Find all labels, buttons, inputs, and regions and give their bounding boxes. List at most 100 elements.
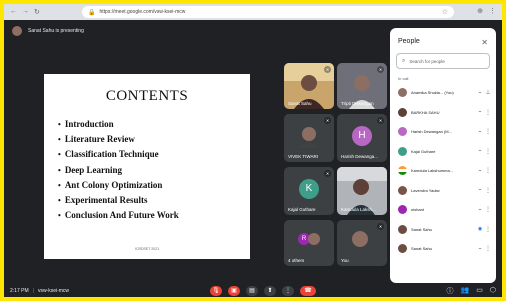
person-name: nishant bbox=[411, 207, 424, 213]
participant-tile[interactable]: ✕ Tripti Dewangan bbox=[337, 63, 387, 109]
person-row[interactable]: Sanat Sahu ⌁ ⋮ bbox=[390, 239, 496, 259]
person-avatar bbox=[398, 185, 407, 195]
mic-off-icon: ⌁ bbox=[478, 128, 482, 135]
person-avatar bbox=[398, 88, 407, 98]
mic-off-icon: ⌁ bbox=[478, 187, 482, 194]
chat-icon[interactable]: ▭ bbox=[476, 286, 483, 296]
more-options-icon[interactable]: ⋮ bbox=[485, 128, 491, 135]
person-row[interactable]: Sanat Sahu ◉ ⋮ bbox=[390, 220, 496, 240]
lock-icon: 🔒 bbox=[88, 9, 96, 16]
participant-initial: H bbox=[352, 125, 372, 146]
person-avatar bbox=[398, 244, 407, 254]
participant-name: Sanat Sahu bbox=[288, 101, 312, 106]
more-options-icon[interactable]: ⋮ bbox=[485, 167, 491, 174]
menu-icon[interactable]: ⋮ bbox=[489, 7, 496, 15]
participant-name: Kamdula Laksh... bbox=[341, 207, 376, 212]
address-bar[interactable]: 🔒 https://meet.google.com/vsw-ksei-mcw ☆ bbox=[82, 6, 454, 18]
participant-tile[interactable]: Kamdula Laksh... bbox=[337, 167, 387, 215]
person-row[interactable]: Lavendra Yadav ⌁ ⋮ bbox=[390, 181, 496, 201]
pin-icon[interactable]: ⊥ bbox=[485, 89, 491, 96]
person-row[interactable]: Harish Dewangan (M... ⌁ ⋮ bbox=[390, 122, 496, 142]
mic-off-icon: ✕ bbox=[377, 66, 384, 73]
more-options-icon[interactable]: ⋮ bbox=[485, 226, 491, 233]
search-placeholder: Search for people bbox=[409, 58, 445, 64]
participant-tile[interactable]: H ✕ Harish Dewanga... bbox=[337, 114, 387, 162]
slide-bullet: • Introduction bbox=[58, 119, 114, 129]
presenter-avatar bbox=[12, 26, 22, 36]
url-text: https://meet.google.com/vsw-ksei-mcw bbox=[99, 9, 186, 15]
captions-button[interactable]: ▤ bbox=[246, 286, 258, 296]
participant-tile[interactable]: ✕ Sanat Sahu bbox=[284, 63, 334, 109]
person-row[interactable]: Kamdula Lakshumma... ⌁ ⋮ bbox=[390, 161, 496, 181]
bookmark-star-icon[interactable]: ☆ bbox=[442, 8, 448, 16]
slide-bullet-list: • Introduction • Literature Review • Classi… bbox=[58, 117, 250, 223]
mic-off-icon: ⌁ bbox=[478, 206, 482, 213]
forward-icon[interactable]: → bbox=[22, 8, 29, 16]
more-options-icon[interactable]: ⋮ bbox=[485, 187, 491, 194]
slide-bullet: • Ant Colony Optimization bbox=[58, 179, 163, 190]
shared-slide: CONTENTS • Introduction • Literature Revie… bbox=[44, 74, 250, 259]
mic-off-icon: ⌁ bbox=[478, 148, 482, 155]
slide-bullet: • Classification Technique bbox=[58, 149, 159, 160]
person-name: Lavendra Yadav bbox=[411, 187, 440, 193]
slide-footer: ICRDSET 2021 bbox=[134, 247, 160, 251]
participant-initial: K bbox=[299, 178, 319, 199]
people-title: People bbox=[398, 38, 420, 45]
mic-off-icon: ✕ bbox=[377, 117, 384, 124]
more-options-button[interactable]: ⋮ bbox=[282, 286, 294, 296]
reload-icon[interactable]: ↻ bbox=[34, 8, 40, 16]
info-icon[interactable]: ⓘ bbox=[447, 286, 454, 296]
more-options-icon[interactable]: ⋮ bbox=[485, 148, 491, 155]
person-avatar bbox=[398, 224, 407, 234]
person-row[interactable]: Anamika Shukla... (You) ⌁ ⊥ bbox=[390, 83, 496, 103]
participant-name: Tripti Dewangan bbox=[341, 101, 374, 106]
browser-toolbar: ← → ↻ 🔒 https://meet.google.com/vsw-ksei… bbox=[4, 4, 502, 20]
extensions-icon[interactable]: ⊕ bbox=[477, 7, 483, 15]
person-avatar bbox=[398, 166, 407, 176]
people-panel: People ✕ ⌕ Search for people In call Ana… bbox=[390, 28, 496, 283]
person-avatar bbox=[398, 146, 407, 156]
mic-off-icon: ✕ bbox=[324, 117, 331, 124]
person-row[interactable]: nishant ⌁ ⋮ bbox=[390, 200, 496, 220]
person-name: Kajal Guthare bbox=[411, 148, 436, 154]
end-call-button[interactable]: ☎ bbox=[300, 286, 316, 296]
meeting-bottom-bar: 2:17 PM | vsw-ksei-mcw 🎙 ▣ ▤ ⬆ ⋮ ☎ ⓘ 👥 ▭… bbox=[4, 285, 502, 297]
present-button[interactable]: ⬆ bbox=[264, 286, 276, 296]
browser-actions: ⊕ ⋮ bbox=[477, 7, 496, 15]
participant-tile[interactable]: K ✕ Kajal Guthare bbox=[284, 167, 334, 215]
slide-bullet: • Literature Review bbox=[58, 134, 135, 145]
people-search[interactable]: ⌕ Search for people bbox=[396, 53, 490, 69]
mic-off-icon: ⌁ bbox=[478, 167, 482, 174]
back-icon[interactable]: ← bbox=[10, 8, 17, 16]
activities-icon[interactable]: ⬡ bbox=[490, 286, 496, 296]
person-row[interactable]: BARKHA SAHU ⌁ ⋮ bbox=[390, 103, 496, 123]
person-name: Kamdula Lakshumma... bbox=[411, 168, 454, 174]
people-icon[interactable]: 👥 bbox=[461, 286, 470, 296]
presenting-bar: Sanat Sahu is presenting bbox=[4, 22, 388, 40]
call-controls: 🎙 ▣ ▤ ⬆ ⋮ ☎ bbox=[210, 286, 316, 296]
participant-name: You bbox=[341, 258, 349, 263]
others-tile[interactable]: R 4 others bbox=[284, 220, 334, 266]
person-avatar bbox=[398, 127, 407, 137]
mic-off-icon: ⌁ bbox=[478, 245, 482, 252]
meet-window: ← → ↻ 🔒 https://meet.google.com/vsw-ksei… bbox=[4, 4, 502, 297]
separator: | bbox=[32, 288, 34, 294]
more-options-icon[interactable]: ⋮ bbox=[485, 206, 491, 213]
person-name: Harish Dewangan (M... bbox=[411, 129, 452, 135]
participant-tile[interactable]: ✕ VIVEK TIWARI bbox=[284, 114, 334, 162]
person-name: Sanat Sahu bbox=[411, 246, 432, 252]
camera-toggle-button[interactable]: ▣ bbox=[228, 286, 240, 296]
others-avatar bbox=[308, 233, 320, 245]
mic-off-icon: ✕ bbox=[324, 170, 331, 177]
self-avatar bbox=[352, 231, 368, 247]
slide-bullet: • Deep Learning bbox=[58, 164, 123, 175]
more-options-icon[interactable]: ⋮ bbox=[485, 109, 491, 116]
self-tile[interactable]: ✕ You bbox=[337, 220, 387, 266]
side-controls: ⓘ 👥 ▭ ⬡ bbox=[447, 286, 496, 296]
close-icon[interactable]: ✕ bbox=[481, 38, 488, 47]
person-avatar bbox=[398, 205, 407, 215]
more-options-icon[interactable]: ⋮ bbox=[485, 245, 491, 252]
mic-toggle-button[interactable]: 🎙 bbox=[210, 286, 222, 296]
mic-off-icon: ⌁ bbox=[478, 89, 482, 96]
person-row[interactable]: Kajal Guthare ⌁ ⋮ bbox=[390, 142, 496, 162]
